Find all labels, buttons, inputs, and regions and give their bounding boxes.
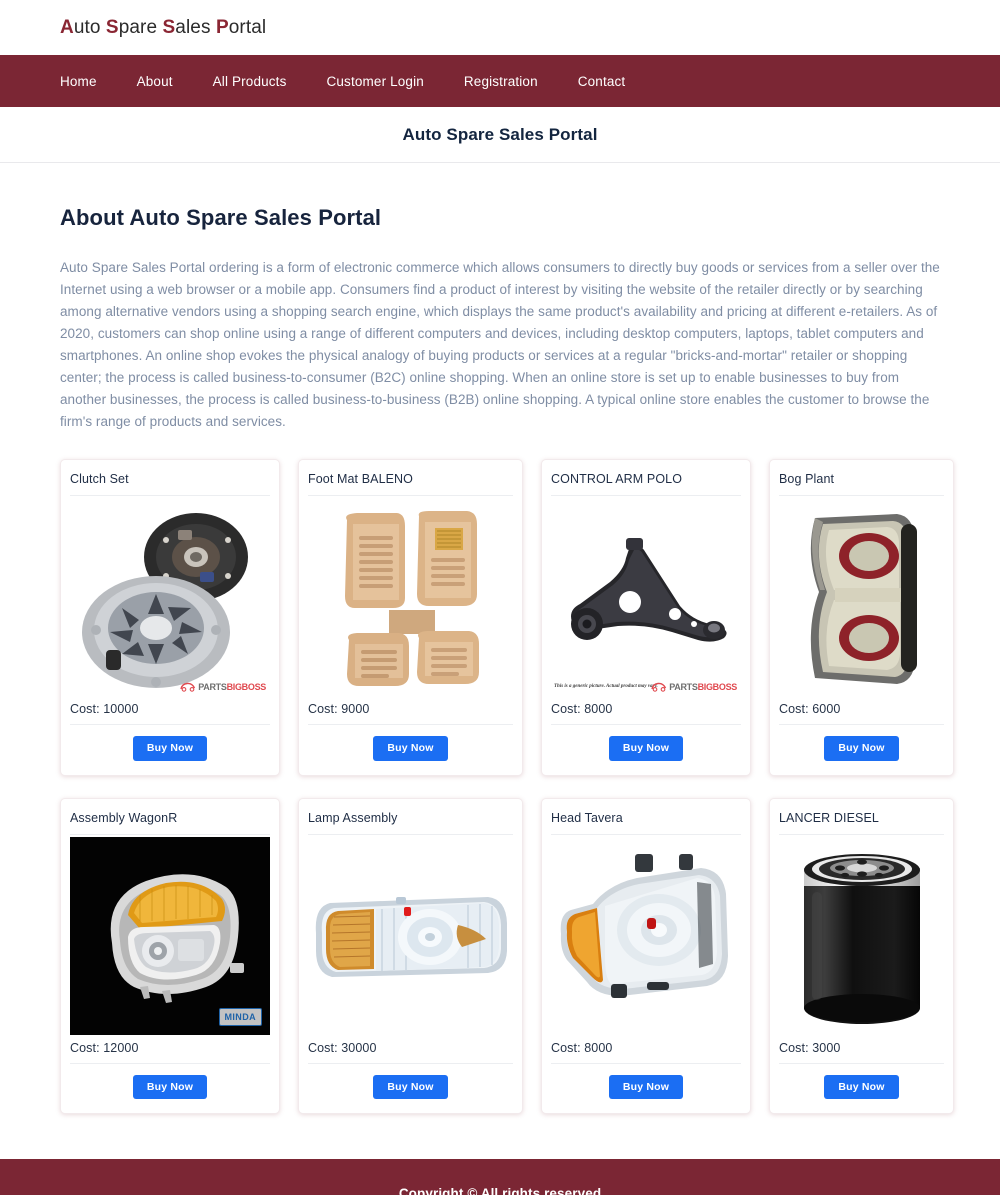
nav-item-about[interactable]: About — [137, 74, 173, 89]
head-tavera-image — [551, 836, 741, 1035]
product-title: Clutch Set — [70, 472, 270, 496]
site-logo[interactable]: Auto Spare Sales Portal — [60, 17, 266, 39]
product-cost: Cost: 8000 — [551, 696, 741, 725]
buy-now-button[interactable]: Buy Now — [373, 1074, 448, 1099]
logo-rest-portal: ortal — [228, 16, 267, 38]
product-title: Assembly WagonR — [70, 811, 270, 835]
logo-cap-s1: S — [105, 16, 119, 38]
main-navigation: Home About All Products Customer Login R… — [0, 55, 1000, 107]
product-title: Bog Plant — [779, 472, 944, 496]
logo-rest-spare: pare — [118, 16, 163, 38]
page-title: Auto Spare Sales Portal — [402, 124, 598, 144]
buy-now-button[interactable]: Buy Now — [373, 736, 448, 761]
product-card[interactable]: Clutch Set PARTS BIGBOSS Cost: 10000 Buy… — [60, 459, 280, 776]
product-action: Buy Now — [70, 725, 270, 761]
product-title: Head Tavera — [551, 811, 741, 835]
control-arm-image: This is a generic picture. Actual produc… — [551, 498, 741, 696]
product-card[interactable]: Head Tavera Cost: 8000 Buy Now — [541, 797, 751, 1114]
product-action: Buy Now — [779, 1064, 944, 1099]
nav-item-contact[interactable]: Contact — [578, 74, 626, 89]
product-cost: Cost: 6000 — [779, 696, 944, 725]
headlamp-wagonr-image: MINDA — [70, 836, 270, 1035]
buy-now-button[interactable]: Buy Now — [608, 1074, 684, 1099]
product-action: Buy Now — [551, 725, 741, 761]
clutch-set-image: PARTS BIGBOSS — [70, 498, 270, 696]
watermark-bigboss-text: BIGBOSS — [697, 681, 738, 692]
buy-now-button[interactable]: Buy Now — [824, 736, 899, 761]
product-grid: Clutch Set PARTS BIGBOSS Cost: 10000 Buy… — [60, 459, 954, 1114]
watermark-parts-text: PARTS — [198, 681, 227, 692]
buy-now-button[interactable]: Buy Now — [132, 736, 208, 761]
product-card[interactable]: Lamp Assembly Cost: 30000 Buy Now — [298, 797, 523, 1114]
copyright-text: Copyright © All rights reserved — [398, 1185, 602, 1195]
product-card[interactable]: Foot Mat BALENO Cost: 9000 Buy Now — [298, 459, 523, 776]
nav-item-all-products[interactable]: All Products — [213, 74, 287, 89]
buy-now-button[interactable]: Buy Now — [132, 1074, 208, 1099]
watermark-bigboss-text: BIGBOSS — [226, 681, 267, 692]
logo-rest-auto: uto — [73, 16, 106, 38]
buy-now-button[interactable]: Buy Now — [824, 1074, 899, 1099]
watermark-parts-text: PARTS — [669, 681, 698, 692]
product-title: Lamp Assembly — [308, 811, 513, 835]
main-content: About Auto Spare Sales Portal Auto Spare… — [0, 163, 1000, 1114]
product-cost: Cost: 12000 — [70, 1035, 270, 1064]
logo-rest-sales: ales — [175, 16, 216, 38]
product-cost: Cost: 10000 — [70, 696, 270, 725]
oil-filter-image — [779, 836, 944, 1035]
buy-now-button[interactable]: Buy Now — [608, 736, 684, 761]
product-title: Foot Mat BALENO — [308, 472, 513, 496]
product-cost: Cost: 3000 — [779, 1035, 944, 1064]
logo-cap-s2: S — [162, 16, 176, 38]
product-card[interactable]: Bog Plant Cost: 6000 Buy Now — [769, 459, 954, 776]
about-heading: About Auto Spare Sales Portal — [60, 205, 382, 230]
site-footer: Copyright © All rights reserved — [0, 1159, 1000, 1195]
product-card[interactable]: CONTROL ARM POLO This is a generic pictu… — [541, 459, 751, 776]
product-action: Buy Now — [70, 1064, 270, 1099]
generic-picture-note: This is a generic picture. Actual produc… — [554, 684, 658, 689]
nav-item-customer-login[interactable]: Customer Login — [327, 74, 424, 89]
logo-cap-p: P — [215, 16, 229, 38]
page-title-band: Auto Spare Sales Portal — [0, 107, 1000, 163]
product-action: Buy Now — [308, 725, 513, 761]
product-title: LANCER DIESEL — [779, 811, 944, 835]
minda-logo: MINDA — [218, 1007, 262, 1026]
lamp-assembly-image — [308, 836, 513, 1035]
product-action: Buy Now — [308, 1064, 513, 1099]
partsbigboss-watermark: PARTS BIGBOSS — [180, 681, 266, 692]
brand-bar: Auto Spare Sales Portal — [0, 0, 1000, 55]
tail-lamp-image — [779, 498, 944, 696]
product-cost: Cost: 9000 — [308, 696, 513, 725]
nav-item-home[interactable]: Home — [60, 74, 97, 89]
product-cost: Cost: 8000 — [551, 1035, 741, 1064]
partsbigboss-watermark: PARTS BIGBOSS — [651, 681, 737, 692]
product-card[interactable]: Assembly WagonR MINDA Cost: 12000 Buy No… — [60, 797, 280, 1114]
about-paragraph: Auto Spare Sales Portal ordering is a fo… — [60, 260, 940, 429]
foot-mat-image — [308, 498, 513, 696]
logo-cap-a: A — [60, 16, 74, 38]
product-action: Buy Now — [551, 1064, 741, 1099]
nav-item-registration[interactable]: Registration — [464, 74, 538, 89]
footer-spacer — [0, 1114, 1000, 1159]
product-title: CONTROL ARM POLO — [551, 472, 741, 496]
product-cost: Cost: 30000 — [308, 1035, 513, 1064]
product-card[interactable]: LANCER DIESEL Cost: 3000 Buy Now — [769, 797, 954, 1114]
product-action: Buy Now — [779, 725, 944, 761]
